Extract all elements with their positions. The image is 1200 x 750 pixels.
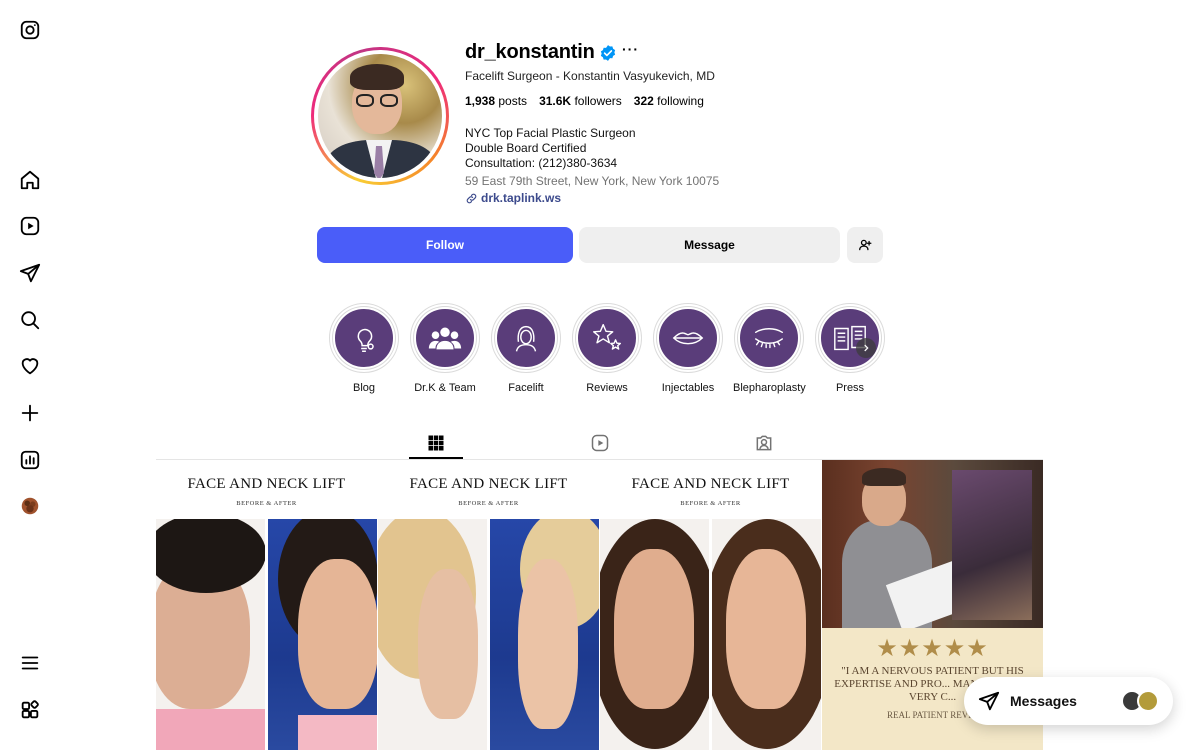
lightbulb-icon [357, 328, 374, 353]
profile-link[interactable]: drk.taplink.ws [465, 191, 561, 205]
more-apps-icon[interactable] [18, 698, 42, 722]
instagram-logo-icon[interactable] [18, 18, 42, 42]
post-subtitle: BEFORE & AFTER [680, 500, 741, 507]
post-tile[interactable]: FACE AND NECK LIFT BEFORE & AFTER [378, 460, 599, 750]
message-avatar [1137, 690, 1159, 712]
stars-icon [592, 323, 622, 350]
before-photo [378, 519, 487, 750]
search-icon[interactable] [18, 308, 42, 332]
tab-reels[interactable] [573, 428, 627, 458]
profile-bio: NYC Top Facial Plastic Surgeon Double Bo… [465, 126, 636, 171]
post-tile[interactable]: FACE AND NECK LIFT BEFORE & AFTER [600, 460, 821, 750]
active-tab-indicator [409, 457, 463, 459]
tagged-icon [756, 435, 772, 451]
after-photo [490, 519, 599, 750]
bio-line: Double Board Certified [465, 141, 587, 155]
post-title: FACE AND NECK LIFT [187, 476, 346, 492]
profile-address: 59 East 79th Street, New York, New York … [465, 174, 720, 188]
heart-icon[interactable] [18, 354, 42, 378]
after-photo [712, 519, 821, 750]
eye-icon [754, 328, 784, 349]
posts-stat: 1,938 posts [465, 94, 528, 108]
post-subtitle: BEFORE & AFTER [458, 500, 519, 507]
reels-icon [591, 434, 609, 452]
before-photo [600, 519, 709, 750]
highlight-reviews[interactable]: Reviews [571, 303, 643, 394]
after-photo [268, 519, 377, 750]
dashboard-icon[interactable] [18, 448, 42, 472]
post-title: FACE AND NECK LIFT [631, 476, 790, 492]
profile-link-text: drk.taplink.ws [481, 191, 562, 205]
direct-send-icon [978, 691, 1000, 711]
woman-face-icon [515, 325, 537, 352]
profile-avatar-icon[interactable] [18, 494, 42, 518]
highlights-next-button[interactable] [856, 338, 876, 358]
team-icon [428, 327, 462, 350]
profile-avatar[interactable] [311, 47, 449, 185]
post-title: FACE AND NECK LIFT [409, 476, 568, 492]
messages-button[interactable]: Messages [964, 677, 1173, 725]
create-plus-icon[interactable] [18, 401, 42, 425]
add-user-icon [859, 239, 872, 251]
profile-stats: 1,938 posts 31.6K followers 322 followin… [465, 94, 704, 108]
home-icon[interactable] [18, 168, 42, 192]
link-icon [466, 193, 477, 203]
highlight-label: Dr.K & Team [414, 382, 476, 394]
review-photo [822, 460, 1043, 633]
highlight-label: Blog [352, 382, 376, 394]
followers-stat[interactable]: 31.6K followers [539, 94, 622, 108]
more-options-button[interactable]: ··· [622, 41, 639, 57]
tab-posts[interactable] [409, 428, 463, 458]
avatar-inner [314, 50, 446, 182]
suggested-accounts-button[interactable] [847, 227, 883, 263]
bio-line: NYC Top Facial Plastic Surgeon [465, 126, 636, 140]
profile-full-name: Facelift Surgeon - Konstantin Vasyukevic… [465, 69, 715, 83]
chevron-right-icon [864, 344, 869, 352]
highlight-facelift[interactable]: Facelift [490, 303, 562, 394]
profile-photo [318, 54, 442, 178]
follow-button[interactable]: Follow [317, 227, 573, 263]
post-tile[interactable]: FACE AND NECK LIFT BEFORE & AFTER [156, 460, 377, 750]
direct-send-icon[interactable] [18, 261, 42, 285]
highlight-injectables[interactable]: Injectables [652, 303, 724, 394]
following-stat[interactable]: 322 following [634, 94, 704, 108]
highlight-label: Blepharoplasty [733, 382, 806, 394]
highlight-label: Press [835, 382, 865, 394]
highlight-label: Injectables [661, 382, 715, 394]
post-subtitle: BEFORE & AFTER [236, 500, 297, 507]
menu-hamburger-icon[interactable] [18, 651, 42, 675]
highlight-label: Reviews [586, 382, 628, 394]
before-photo [156, 519, 265, 750]
profile-username: dr_konstantin [465, 41, 595, 63]
grid-icon [428, 435, 444, 451]
message-button[interactable]: Message [579, 227, 840, 263]
highlight-blog[interactable]: Blog [328, 303, 400, 394]
tab-tagged[interactable] [737, 428, 791, 458]
rating-stars: ★★★★★ [876, 635, 989, 662]
bio-line: Consultation: (212)380-3634 [465, 156, 618, 170]
messages-label: Messages [1010, 693, 1077, 709]
reels-nav-icon[interactable] [18, 214, 42, 238]
highlight-team[interactable]: Dr.K & Team [409, 303, 481, 394]
verified-badge-icon [600, 45, 616, 61]
left-nav [0, 0, 60, 750]
highlight-blepharoplasty[interactable]: Blepharoplasty [733, 303, 806, 394]
lips-icon [672, 332, 704, 345]
highlight-label: Facelift [508, 382, 544, 394]
